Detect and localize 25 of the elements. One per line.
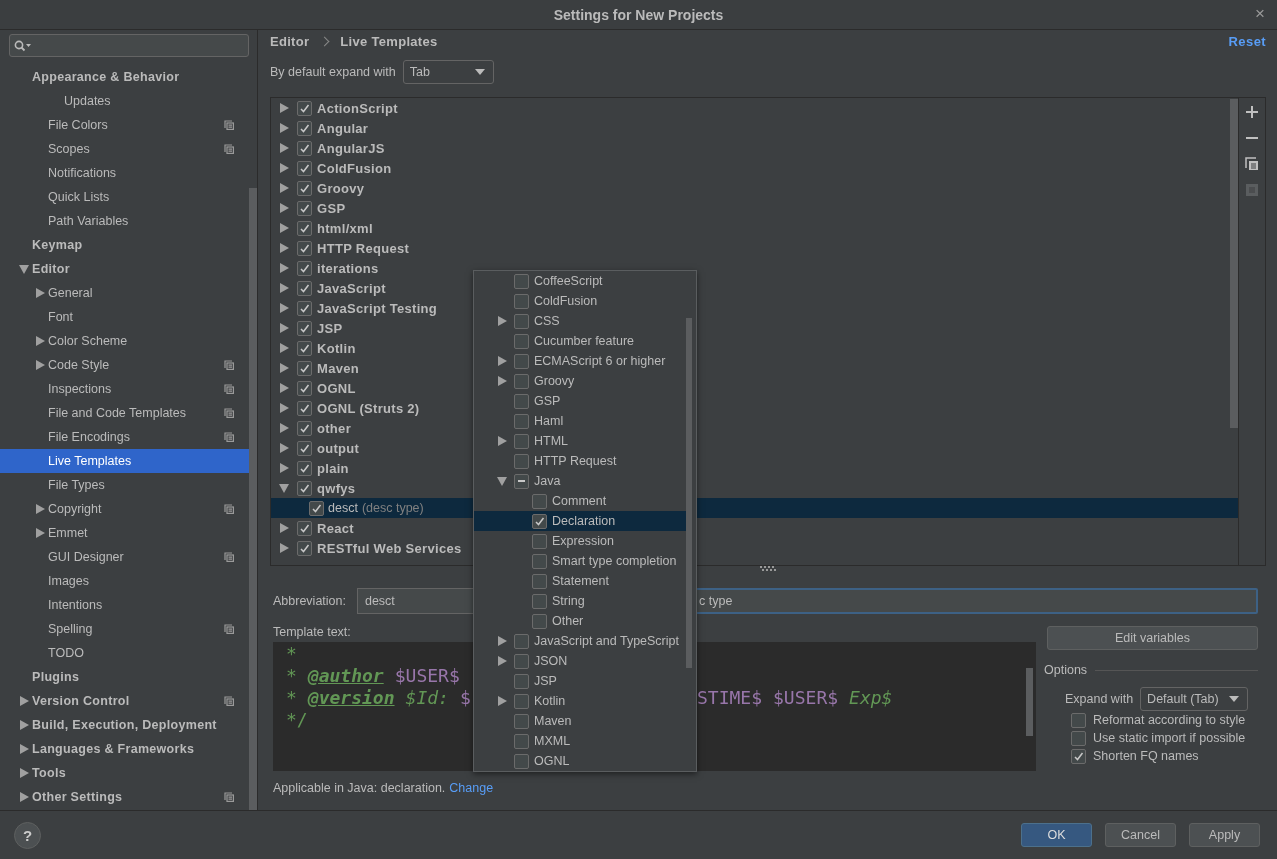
applicable-text: Applicable in Java: declaration.	[273, 781, 446, 795]
checkbox-label: Reformat according to style	[1093, 713, 1246, 727]
code-token: Exp$	[849, 686, 893, 708]
code-token: @author	[307, 664, 384, 686]
template-description: (desc type)	[361, 501, 424, 515]
code-token: $USER$	[394, 664, 460, 686]
code-token: $	[459, 686, 471, 708]
code-token: *	[286, 686, 297, 708]
code-token: STIME$	[697, 686, 763, 708]
template-abbreviation: desct	[328, 501, 358, 515]
breadcrumb-item: Live Templates	[340, 33, 438, 49]
window-title: Settings for New Projects	[553, 6, 724, 23]
expand-with-label: Expand with	[1065, 692, 1134, 706]
options-heading: Options	[1044, 663, 1088, 677]
code-token: $Id:	[405, 686, 449, 708]
expand-label: By default expand with	[270, 65, 396, 79]
template-text-label: Template text:	[273, 624, 351, 641]
code-token: $USER$	[773, 686, 839, 708]
checkbox-label: Shorten FQ names	[1093, 749, 1199, 763]
code-token: *	[286, 664, 297, 686]
abbreviation-label: Abbreviation:	[273, 594, 346, 608]
code-token: *	[286, 642, 297, 664]
checkbox-label: Use static import if possible	[1093, 731, 1246, 745]
code-token: */	[286, 708, 308, 730]
code-token: @version	[307, 686, 395, 708]
